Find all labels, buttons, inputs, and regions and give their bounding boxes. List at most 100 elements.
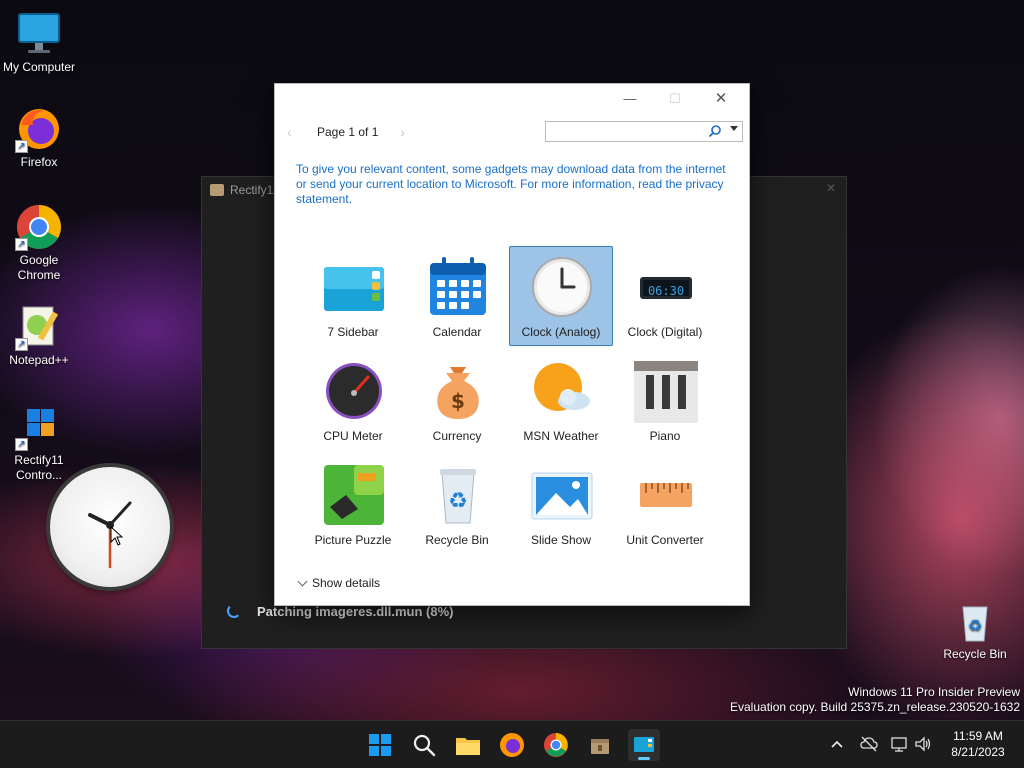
mouse-cursor-icon (110, 526, 124, 546)
cloud-offline-icon[interactable] (860, 733, 878, 755)
desktop-icon-notepadpp[interactable]: ↗ Notepad++ (1, 303, 77, 368)
shortcut-arrow-icon: ↗ (15, 338, 28, 351)
rectify11-app-icon (210, 184, 224, 196)
page-label: Page 1 of 1 (317, 125, 379, 139)
active-indicator (638, 757, 650, 760)
desktop-icon-label: Firefox (20, 155, 58, 169)
analog-clock-icon (532, 257, 592, 317)
firefox-taskbar-button[interactable] (496, 729, 528, 761)
search-input[interactable] (550, 124, 700, 139)
gadgets-taskbar-button[interactable] (628, 729, 660, 761)
search-icon (413, 734, 436, 757)
evaluation-watermark: Windows 11 Pro Insider Preview Evaluatio… (730, 685, 1020, 714)
gadget-unit-converter[interactable]: Unit Converter (613, 454, 717, 554)
gadget-label: Picture Puzzle (314, 533, 392, 547)
chrome-icon: ↗ (15, 203, 63, 251)
windows-logo-icon (369, 734, 391, 756)
shortcut-arrow-icon: ↗ (15, 438, 28, 451)
clock-time: 11:59 AM (953, 729, 1003, 743)
digital-clock-display: 06:30 (647, 284, 685, 298)
search-dropdown-icon[interactable] (730, 126, 738, 131)
patch-status-text: Patching imageres.dll.mun (8%) (257, 604, 454, 619)
puzzle-icon (324, 465, 384, 525)
calendar-icon (430, 257, 486, 315)
gadget-7-sidebar[interactable]: 7 Sidebar (301, 246, 405, 346)
clock-date: 8/21/2023 (951, 745, 1005, 759)
desktop-icon-my-computer[interactable]: My Computer (1, 10, 77, 75)
maximize-button[interactable]: ☐ (661, 90, 689, 108)
firefox-icon (500, 733, 524, 757)
gadget-clock-analog[interactable]: Clock (Analog) (509, 246, 613, 346)
gadget-label: MSN Weather (523, 429, 599, 443)
gadget-calendar[interactable]: Calendar (405, 246, 509, 346)
desktop-icon-label: My Computer (2, 60, 76, 74)
rectify11-taskbar-button[interactable] (584, 729, 616, 761)
gadget-grid: 7 Sidebar Calendar Clock (Analog) 06:30 … (301, 246, 721, 558)
svg-text:♻: ♻ (968, 616, 982, 635)
search-icon[interactable] (708, 124, 722, 138)
desktop-icon-firefox[interactable]: ↗ Firefox (1, 105, 77, 170)
folder-icon (456, 738, 480, 755)
svg-text:♻: ♻ (448, 489, 468, 514)
cpu-meter-icon (326, 363, 382, 419)
privacy-info-link[interactable]: To give you relevant content, some gadge… (296, 162, 726, 207)
svg-text:$: $ (451, 389, 465, 413)
taskbar-clock[interactable]: 11:59 AM 8/21/2023 (940, 728, 1016, 760)
desktop-icon-chrome[interactable]: ↗ Google Chrome (1, 203, 77, 283)
taskbar: 11:59 AM 8/21/2023 (0, 720, 1024, 768)
file-explorer-button[interactable] (452, 729, 484, 761)
gadget-label: 7 Sidebar (327, 325, 379, 339)
recycle-bin-icon: ♻ (951, 597, 999, 645)
window-title: Rectify11 (210, 183, 279, 197)
chevron-down-icon (297, 576, 308, 587)
rectify11-icon: ↗ (15, 403, 63, 451)
gadget-label: Unit Converter (626, 533, 704, 547)
gadget-label: Recycle Bin (425, 533, 489, 547)
start-button[interactable] (364, 729, 396, 761)
desktop-icon-recycle-bin[interactable]: ♻ Recycle Bin (937, 597, 1013, 662)
chrome-taskbar-button[interactable] (540, 729, 572, 761)
network-icon[interactable] (890, 733, 908, 755)
search-button[interactable] (408, 729, 440, 761)
notepadpp-icon: ↗ (15, 303, 63, 351)
firefox-icon: ↗ (15, 105, 63, 153)
gadget-recycle-bin[interactable]: ♻ Recycle Bin (405, 454, 509, 554)
gadget-clock-digital[interactable]: 06:30 Clock (Digital) (613, 246, 717, 346)
ruler-icon (640, 483, 692, 507)
loading-spinner-icon (227, 604, 241, 618)
slideshow-icon (531, 472, 593, 520)
volume-icon[interactable] (914, 733, 932, 755)
gadget-currency[interactable]: $ Currency (405, 350, 509, 450)
previous-page-icon[interactable]: ‹ (287, 124, 305, 140)
gadget-label: Calendar (432, 325, 482, 339)
chrome-icon (544, 733, 568, 757)
monitor-icon (15, 10, 63, 58)
gadget-piano[interactable]: Piano (613, 350, 717, 450)
currency-icon: $ (437, 367, 479, 419)
gadget-label: Slide Show (530, 533, 592, 547)
gadget-label: Clock (Analog) (521, 325, 601, 339)
gadget-label: Piano (649, 429, 681, 443)
minimize-button[interactable]: — (616, 90, 644, 108)
next-page-icon[interactable]: › (400, 124, 418, 140)
shortcut-arrow-icon: ↗ (15, 238, 28, 251)
close-button[interactable]: ✕ (707, 90, 735, 108)
installer-box-icon (591, 739, 609, 754)
gadget-gallery-dialog[interactable]: — ☐ ✕ ‹ Page 1 of 1 › To give you releva… (274, 83, 750, 606)
gadget-slide-show[interactable]: Slide Show (509, 454, 613, 554)
desktop-icon-label: Recycle Bin (943, 647, 1007, 661)
chevron-up-icon[interactable] (830, 733, 844, 755)
gadget-cpu-meter[interactable]: CPU Meter (301, 350, 405, 450)
search-gadgets-field[interactable] (545, 121, 743, 142)
close-icon[interactable]: ✕ (826, 181, 836, 195)
gadget-label: Clock (Digital) (627, 325, 703, 339)
show-details-toggle[interactable]: Show details (297, 576, 380, 590)
piano-icon (634, 361, 698, 423)
page-navigator: ‹ Page 1 of 1 › (287, 124, 418, 140)
gadget-label: Currency (432, 429, 482, 443)
gadget-picture-puzzle[interactable]: Picture Puzzle (301, 454, 405, 554)
sidebar-icon (324, 267, 384, 311)
gadget-label: CPU Meter (323, 429, 383, 443)
shortcut-arrow-icon: ↗ (15, 140, 28, 153)
gadget-msn-weather[interactable]: MSN Weather (509, 350, 613, 450)
